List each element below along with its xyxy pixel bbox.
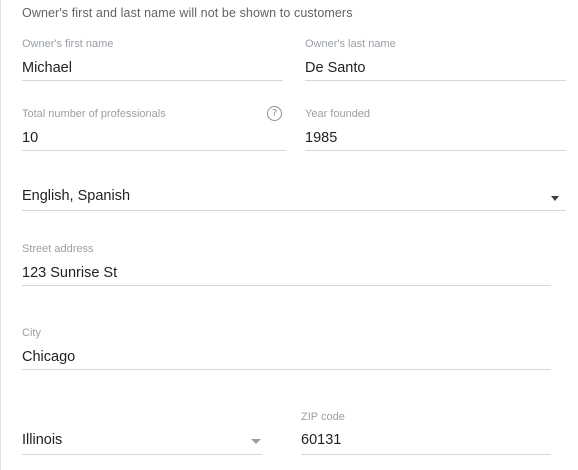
owner-first-name-underline — [22, 80, 283, 81]
professionals-underline — [22, 150, 286, 151]
privacy-notice: Owner's first and last name will not be … — [22, 6, 353, 20]
state-underline — [22, 454, 262, 455]
professionals-input[interactable]: 10 — [22, 130, 38, 146]
city-input[interactable]: Chicago — [22, 349, 75, 365]
owner-first-name-input[interactable]: Michael — [22, 60, 72, 76]
city-field[interactable]: City Chicago — [22, 327, 551, 371]
state-value[interactable]: Illinois — [22, 432, 62, 448]
owner-last-name-field[interactable]: Owner's last name De Santo — [305, 38, 566, 82]
zip-code-underline — [301, 454, 551, 455]
zip-code-field[interactable]: ZIP code 60131 — [301, 411, 551, 456]
year-founded-field[interactable]: Year founded 1985 — [305, 108, 566, 152]
state-select[interactable]: Illinois — [22, 432, 262, 456]
languages-underline — [22, 210, 566, 211]
street-address-field[interactable]: Street address 123 Sunrise St — [22, 243, 551, 287]
year-founded-input[interactable]: 1985 — [305, 130, 337, 146]
owner-last-name-underline — [305, 80, 566, 81]
dropdown-arrow-icon[interactable] — [251, 439, 261, 444]
professionals-field[interactable]: Total number of professionals 10 — [22, 108, 286, 152]
panel-border — [0, 0, 1, 470]
street-address-underline — [22, 285, 551, 286]
zip-code-input[interactable]: 60131 — [301, 432, 341, 448]
business-details-form: Owner's first and last name will not be … — [0, 0, 578, 470]
languages-select[interactable]: English, Spanish — [22, 188, 566, 212]
owner-first-name-field[interactable]: Owner's first name Michael — [22, 38, 283, 82]
year-founded-underline — [305, 150, 566, 151]
dropdown-arrow-icon[interactable] — [551, 196, 559, 201]
owner-first-name-label: Owner's first name — [22, 38, 114, 50]
owner-last-name-input[interactable]: De Santo — [305, 60, 365, 76]
zip-code-label: ZIP code — [301, 411, 345, 423]
year-founded-label: Year founded — [305, 108, 371, 120]
street-address-input[interactable]: 123 Sunrise St — [22, 265, 117, 281]
street-address-label: Street address — [22, 243, 94, 255]
languages-value[interactable]: English, Spanish — [22, 188, 130, 204]
city-label: City — [22, 327, 41, 339]
professionals-label: Total number of professionals — [22, 108, 166, 120]
owner-last-name-label: Owner's last name — [305, 38, 396, 50]
question-circle-icon[interactable]: ? — [267, 106, 282, 121]
city-underline — [22, 369, 551, 370]
